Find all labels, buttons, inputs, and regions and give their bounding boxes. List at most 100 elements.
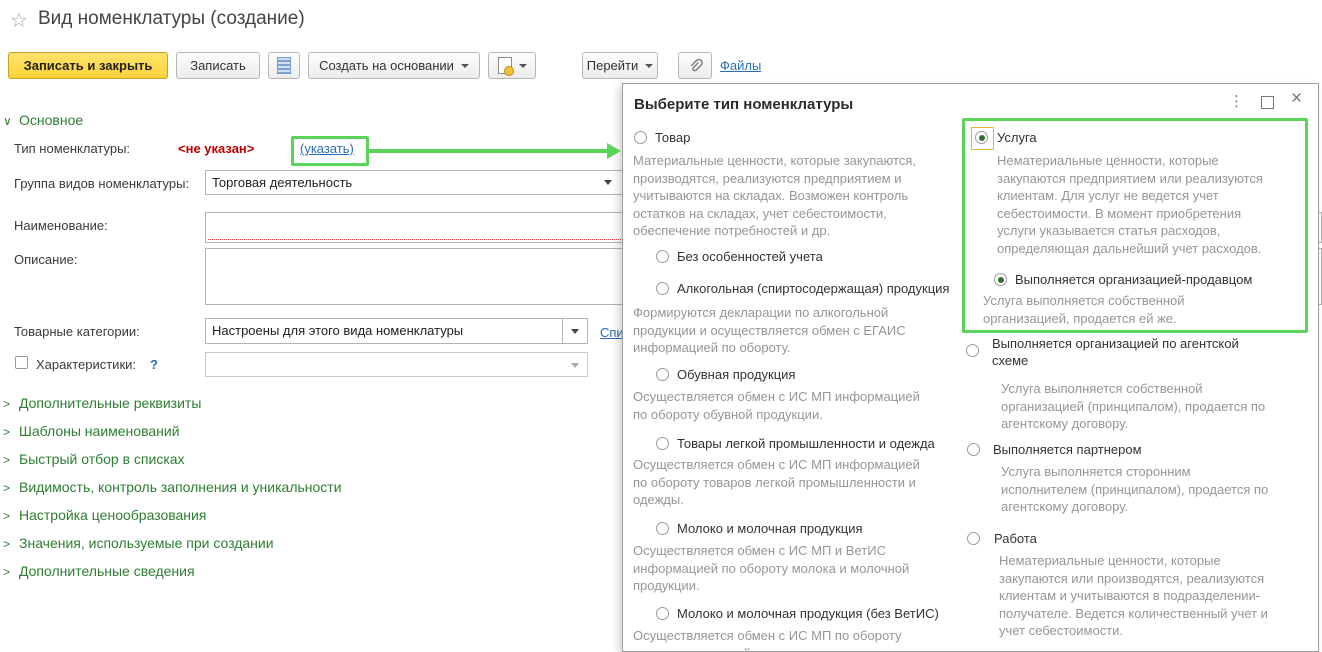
- desc-alcohol-products: Формируются декларации по алкогольной пр…: [633, 304, 933, 357]
- section-label: Шаблоны наименований: [19, 423, 180, 439]
- radio-label-dairy-no-vetis[interactable]: Молоко и молочная продукция (без ВетИС): [677, 605, 939, 622]
- categories-combo[interactable]: Настроены для этого вида номенклатуры: [205, 318, 588, 344]
- attach-file-button[interactable]: [678, 52, 712, 79]
- radio-label-product[interactable]: Товар: [655, 129, 690, 146]
- group-combo[interactable]: Торговая деятельность: [205, 170, 640, 195]
- go-to-button[interactable]: Перейти: [582, 52, 658, 79]
- desc-product: Материальные ценности, которые закупаютс…: [633, 152, 933, 240]
- desc-footwear: Осуществляется обмен с ИС МП информацией…: [633, 388, 933, 423]
- characteristics-checkbox[interactable]: [15, 356, 28, 369]
- chevron-collapsed-icon: >: [3, 453, 19, 467]
- help-icon[interactable]: ?: [150, 357, 158, 372]
- section-creation-values[interactable]: >Значения, используемые при создании: [3, 535, 274, 551]
- description-label: Описание:: [14, 252, 77, 267]
- radio-label-agent-scheme[interactable]: Выполняется организацией по агентской сх…: [992, 335, 1262, 369]
- favorite-star-icon[interactable]: ☆: [10, 8, 28, 33]
- annotation-arrow: [368, 149, 608, 153]
- desc-work: Нематериальные ценности, которые закупаю…: [999, 552, 1275, 640]
- radio-dairy-no-vetis[interactable]: [656, 607, 669, 620]
- save-and-close-button[interactable]: Записать и закрыть: [8, 52, 168, 79]
- categories-list-link[interactable]: Спи: [600, 325, 624, 340]
- chevron-collapsed-icon: >: [3, 537, 19, 551]
- section-main-label: Основное: [19, 112, 83, 128]
- maximize-icon[interactable]: [1261, 96, 1274, 109]
- radio-label-performed-by-partner[interactable]: Выполняется партнером: [993, 441, 1142, 458]
- paperclip-icon: [687, 58, 703, 74]
- highlight-box-set-link: [291, 136, 369, 166]
- section-visibility-control[interactable]: >Видимость, контроль заполнения и уникал…: [3, 479, 342, 495]
- radio-label-alcohol-products[interactable]: Алкогольная (спиртосодержащая) продукция: [677, 280, 949, 297]
- list-icon: [277, 57, 291, 74]
- save-and-close-label: Записать и закрыть: [24, 58, 153, 73]
- chevron-collapsed-icon: >: [3, 425, 19, 439]
- chevron-collapsed-icon: >: [3, 565, 19, 579]
- radio-label-work[interactable]: Работа: [994, 530, 1037, 547]
- section-label: Дополнительные сведения: [19, 563, 195, 579]
- chevron-down-icon: [571, 329, 579, 334]
- dialog-menu-icon[interactable]: ⋮: [1229, 92, 1244, 110]
- chevron-collapsed-icon: >: [3, 397, 19, 411]
- chevron-expanded-icon: ∨: [3, 114, 19, 128]
- radio-product[interactable]: [634, 131, 647, 144]
- go-to-label: Перейти: [587, 58, 639, 73]
- show-in-list-button[interactable]: [268, 52, 300, 79]
- combo-dropdown-button[interactable]: [562, 319, 587, 343]
- name-label: Наименование:: [14, 218, 108, 233]
- section-additional-attributes[interactable]: >Дополнительные реквизиты: [3, 395, 201, 411]
- radio-label-footwear[interactable]: Обувная продукция: [677, 366, 795, 383]
- close-icon[interactable]: ×: [1291, 88, 1302, 110]
- document-history-button[interactable]: [488, 52, 536, 79]
- desc-performed-by-partner: Услуга выполняется сторонним исполнителе…: [1001, 463, 1277, 516]
- radio-label-light-industry[interactable]: Товары легкой промышленности и одежда: [677, 435, 935, 452]
- radio-footwear[interactable]: [656, 368, 669, 381]
- nomenclature-type-dialog: Выберите тип номенклатуры ⋮ × Товар Мате…: [622, 83, 1319, 652]
- dialog-title: Выберите тип номенклатуры: [634, 96, 853, 113]
- radio-label-dairy[interactable]: Молоко и молочная продукция: [677, 520, 863, 537]
- create-based-on-label: Создать на основании: [319, 58, 454, 73]
- radio-performed-by-partner[interactable]: [967, 443, 980, 456]
- page-title: Вид номенклатуры (создание): [38, 8, 305, 30]
- section-name-templates[interactable]: >Шаблоны наименований: [3, 423, 180, 439]
- chevron-down-icon: [461, 64, 469, 68]
- section-label: Дополнительные реквизиты: [19, 395, 201, 411]
- app-window: ☆ Вид номенклатуры (создание) Записать и…: [0, 0, 1322, 652]
- section-label: Настройка ценообразования: [19, 507, 206, 523]
- chevron-down-icon: [571, 363, 579, 368]
- characteristics-label: Характеристики:: [36, 357, 136, 372]
- section-pricing-setup[interactable]: >Настройка ценообразования: [3, 507, 206, 523]
- highlight-frame-service: [962, 118, 1308, 333]
- radio-agent-scheme[interactable]: [966, 344, 979, 357]
- categories-label: Товарные категории:: [14, 324, 140, 339]
- section-quick-filter[interactable]: >Быстрый отбор в списках: [3, 451, 185, 467]
- desc-dairy: Осуществляется обмен с ИС МП и ВетИС инф…: [633, 542, 933, 595]
- chevron-down-icon[interactable]: [604, 180, 612, 185]
- files-link[interactable]: Файлы: [720, 58, 761, 73]
- annotation-arrow-head: [607, 143, 621, 159]
- radio-dairy[interactable]: [656, 522, 669, 535]
- group-combo-value: Торговая деятельность: [212, 175, 352, 190]
- radio-alcohol-products[interactable]: [656, 282, 669, 295]
- categories-combo-value: Настроены для этого вида номенклатуры: [212, 323, 463, 338]
- save-label: Записать: [190, 58, 246, 73]
- chevron-down-icon: [519, 64, 527, 68]
- save-button[interactable]: Записать: [176, 52, 260, 79]
- section-label: Видимость, контроль заполнения и уникаль…: [19, 479, 342, 495]
- characteristics-combo-disabled: [205, 352, 588, 377]
- chevron-collapsed-icon: >: [3, 509, 19, 523]
- radio-label-no-special-accounting[interactable]: Без особенностей учета: [677, 248, 823, 265]
- group-label: Группа видов номенклатуры:: [14, 176, 189, 191]
- radio-light-industry[interactable]: [656, 437, 669, 450]
- type-label: Тип номенклатуры:: [14, 141, 130, 156]
- document-clock-icon: [498, 57, 512, 74]
- radio-no-special-accounting[interactable]: [656, 250, 669, 263]
- type-value-not-set: <не указан>: [178, 141, 254, 156]
- chevron-down-icon: [645, 64, 653, 68]
- desc-light-industry: Осуществляется обмен с ИС МП информацией…: [633, 456, 933, 509]
- chevron-collapsed-icon: >: [3, 481, 19, 495]
- desc-agent-scheme: Услуга выполняется собственной организац…: [1001, 380, 1277, 433]
- create-based-on-button[interactable]: Создать на основании: [308, 52, 480, 79]
- section-main-header[interactable]: ∨Основное: [3, 112, 83, 128]
- radio-work[interactable]: [967, 532, 980, 545]
- desc-dairy-no-vetis: Осуществляется обмен с ИС МП по обороту …: [633, 627, 933, 652]
- section-additional-info[interactable]: >Дополнительные сведения: [3, 563, 195, 579]
